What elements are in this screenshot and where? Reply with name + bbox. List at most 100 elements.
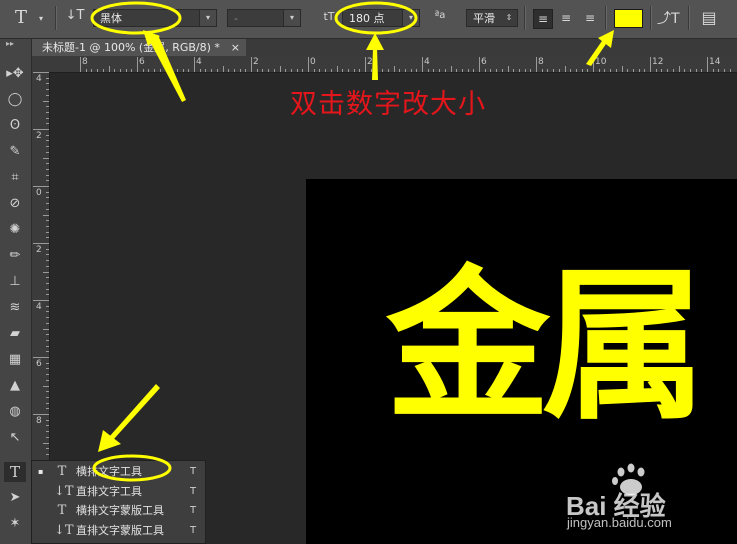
tools-panel: ▸▸ ▸✥ ◯ ʘ ✎ ⌗ ⊘ ✺ ✏ ⊥ ≋ ▰ ▦ ▲ ◍ ↖ T ➤ ✶ bbox=[0, 39, 32, 544]
warp-text-icon[interactable]: ⤴T bbox=[657, 8, 680, 28]
align-center-icon[interactable]: ≡ bbox=[557, 9, 575, 27]
font-size-dropdown[interactable]: 180 点 ▾ bbox=[342, 9, 420, 27]
dodge-tool-icon[interactable]: ◍ bbox=[4, 402, 26, 422]
ruler-tick bbox=[678, 66, 680, 72]
ruler-tick bbox=[370, 69, 372, 72]
annotation-caption: 双击数字改大小 bbox=[290, 89, 486, 120]
tool-preset-dropdown-icon[interactable]: ▾ bbox=[36, 14, 46, 23]
marquee-tool-icon[interactable]: ◯ bbox=[4, 90, 26, 110]
ruler-label: 4 bbox=[424, 57, 430, 67]
ruler-tick bbox=[330, 69, 332, 72]
ruler-tick bbox=[102, 69, 104, 72]
antialias-dropdown[interactable]: 平滑 ⇕ bbox=[466, 9, 518, 27]
ruler-tick bbox=[46, 197, 49, 199]
ruler-tick bbox=[46, 265, 49, 267]
align-left-icon[interactable]: ≡ bbox=[533, 9, 553, 29]
ruler-tick bbox=[154, 69, 156, 72]
ruler-tick bbox=[313, 69, 315, 72]
ruler-tick bbox=[365, 57, 366, 72]
flyout-menu-item-label: 直排文字工具 bbox=[76, 484, 142, 498]
blur-tool-icon[interactable]: ▲ bbox=[4, 376, 26, 396]
ruler-label: 6 bbox=[481, 57, 487, 67]
close-tab-icon[interactable]: × bbox=[231, 39, 240, 56]
eyedropper-tool-icon[interactable]: ⊘ bbox=[4, 194, 26, 214]
ruler-tick bbox=[399, 69, 401, 72]
ruler-tick bbox=[43, 328, 49, 330]
document-tab[interactable]: 未标题-1 @ 100% (金属, RGB/8) * × bbox=[32, 39, 246, 56]
ruler-tick bbox=[46, 391, 49, 393]
panel-collapse-icon[interactable]: ▸▸ bbox=[6, 39, 14, 48]
crop-tool-icon[interactable]: ⌗ bbox=[4, 168, 26, 188]
ruler-tick bbox=[547, 69, 549, 72]
flyout-menu-item[interactable]: T 横排文字蒙版工具 T bbox=[32, 501, 205, 520]
move-tool-icon[interactable]: ▸✥ bbox=[4, 64, 26, 84]
ruler-tick bbox=[46, 203, 49, 205]
type-tool-flyout-menu: ▪ T 横排文字工具 T ↓T 直排文字工具 T T 横排文字蒙版工具 T ↓T 直排文字蒙版工具 T bbox=[31, 460, 206, 544]
path-select-tool-icon[interactable]: ➤ bbox=[4, 488, 26, 508]
toggle-orientation-icon[interactable]: ↓T bbox=[64, 8, 86, 23]
ruler-tick bbox=[553, 69, 555, 72]
gradient-tool-icon[interactable]: ▦ bbox=[4, 350, 26, 370]
ruler-tick bbox=[108, 66, 110, 72]
arrow-to-type-tool bbox=[98, 384, 160, 452]
ruler-tick bbox=[119, 69, 121, 72]
clone-stamp-tool-icon[interactable]: ⊥ bbox=[4, 272, 26, 292]
font-family-value: 黑体 bbox=[100, 12, 122, 25]
updown-arrows-icon: ⇕ bbox=[505, 13, 513, 22]
healing-brush-tool-icon[interactable]: ✺ bbox=[4, 220, 26, 240]
ruler-tick bbox=[604, 69, 606, 72]
ruler-tick bbox=[142, 69, 144, 72]
font-family-dropdown[interactable]: 黑体 ▾ bbox=[93, 9, 217, 27]
eraser-tool-icon[interactable]: ▰ bbox=[4, 324, 26, 344]
custom-shape-tool-icon[interactable]: ✶ bbox=[4, 514, 26, 534]
ruler-tick bbox=[211, 69, 213, 72]
ruler-tick bbox=[222, 66, 224, 72]
lasso-tool-icon[interactable]: ʘ bbox=[4, 116, 26, 136]
flyout-menu-item-shortcut: T bbox=[190, 485, 197, 497]
flyout-menu-item-label: 直排文字蒙版工具 bbox=[76, 523, 164, 537]
ruler-tick bbox=[46, 402, 49, 404]
ruler-tick bbox=[46, 94, 49, 96]
ruler-tick bbox=[382, 69, 384, 72]
ruler-tick bbox=[46, 419, 49, 421]
ruler-tick bbox=[610, 69, 612, 72]
type-tool-icon[interactable]: T bbox=[4, 462, 26, 482]
flyout-menu-item[interactable]: ▪ T 横排文字工具 T bbox=[32, 462, 205, 481]
ruler-tick bbox=[632, 69, 634, 72]
history-brush-tool-icon[interactable]: ≋ bbox=[4, 298, 26, 318]
ruler-tick bbox=[46, 123, 49, 125]
chevron-down-icon: ▾ bbox=[402, 10, 419, 26]
ruler-tick bbox=[46, 151, 49, 153]
flyout-menu-item[interactable]: ↓T 直排文字工具 T bbox=[32, 482, 205, 501]
brush-tool-icon[interactable]: ✏ bbox=[4, 246, 26, 266]
ruler-tick bbox=[46, 134, 49, 136]
ruler-tick bbox=[46, 408, 49, 410]
ruler-label: 4 bbox=[36, 74, 42, 84]
ruler-tick bbox=[650, 57, 651, 72]
ruler-tick bbox=[359, 69, 361, 72]
align-right-icon[interactable]: ≡ bbox=[581, 9, 599, 27]
ruler-tick bbox=[729, 69, 731, 72]
ruler-tick bbox=[43, 442, 49, 444]
ruler-tick bbox=[376, 69, 378, 72]
flyout-menu-item-label: 横排文字工具 bbox=[76, 465, 142, 478]
type-tool-icon[interactable]: T bbox=[10, 7, 32, 29]
ruler-tick bbox=[644, 69, 646, 72]
baidu-jingyan-url: jingyan.baidu.com bbox=[567, 515, 672, 530]
quick-select-tool-icon[interactable]: ✎ bbox=[4, 142, 26, 162]
ruler-tick bbox=[46, 425, 49, 427]
pen-tool-icon[interactable]: ↖ bbox=[4, 428, 26, 448]
ruler-tick bbox=[239, 69, 241, 72]
ruler-label: 2 bbox=[253, 57, 259, 67]
ruler-tick bbox=[450, 66, 452, 72]
antialias-value: 平滑 bbox=[473, 12, 495, 25]
flyout-menu-item-shortcut: T bbox=[190, 524, 197, 536]
ruler-tick bbox=[233, 69, 235, 72]
canvas-text-layer[interactable]: 金属 bbox=[386, 265, 706, 429]
ruler-tick bbox=[501, 69, 503, 72]
ruler-tick bbox=[97, 69, 99, 72]
font-style-dropdown[interactable]: - ▾ bbox=[227, 9, 301, 27]
flyout-menu-item[interactable]: ↓T 直排文字蒙版工具 T bbox=[32, 521, 205, 540]
character-panel-icon[interactable]: ▤ bbox=[699, 8, 719, 27]
text-color-swatch[interactable] bbox=[614, 9, 643, 28]
